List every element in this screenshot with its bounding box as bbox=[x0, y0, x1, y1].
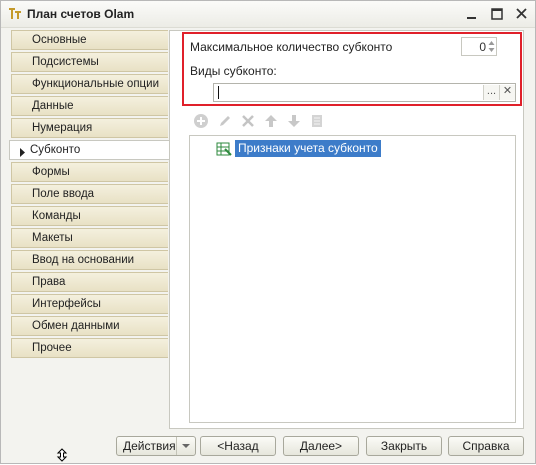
app-icon bbox=[7, 6, 23, 22]
actions-button[interactable]: Действия bbox=[116, 436, 196, 456]
tab-label: Данные bbox=[32, 100, 74, 112]
tab-label: Поле ввода bbox=[32, 188, 95, 200]
tab-label: Прочее bbox=[32, 342, 72, 354]
edit-icon[interactable] bbox=[216, 112, 234, 130]
tab-label: Основные bbox=[32, 34, 87, 46]
tab-templates[interactable]: Макеты bbox=[11, 228, 168, 248]
sort-list-icon[interactable] bbox=[308, 112, 326, 130]
max-subconto-stepper[interactable]: 0 bbox=[461, 37, 497, 56]
move-up-icon[interactable] bbox=[262, 112, 280, 130]
tab-input-based-on[interactable]: Ввод на основании bbox=[11, 250, 168, 270]
add-icon[interactable] bbox=[192, 112, 210, 130]
move-down-icon[interactable] bbox=[285, 112, 303, 130]
max-subconto-label: Максимальное количество субконто bbox=[190, 40, 393, 54]
close-button[interactable]: Закрыть bbox=[366, 436, 442, 456]
active-tab-arrow-icon bbox=[19, 146, 26, 160]
tab-label: Ввод на основании bbox=[32, 254, 135, 266]
tab-label: Формы bbox=[32, 166, 70, 178]
tab-other[interactable]: Прочее bbox=[11, 338, 168, 358]
tab-data-exchange[interactable]: Обмен данными bbox=[11, 316, 168, 336]
minimize-button[interactable] bbox=[463, 5, 481, 23]
stepper-arrows-icon[interactable] bbox=[487, 38, 496, 55]
subconto-types-field[interactable]: ... ✕ bbox=[213, 83, 516, 102]
attributes-table-icon bbox=[216, 141, 232, 157]
mouse-cursor-icon bbox=[55, 448, 69, 465]
tab-subconto[interactable]: Субконто bbox=[9, 140, 170, 160]
tab-label: Нумерация bbox=[32, 122, 93, 134]
tab-label: Команды bbox=[32, 210, 81, 222]
tree-item-label: Признаки учета субконто bbox=[235, 140, 381, 157]
select-button[interactable]: ... bbox=[483, 85, 499, 100]
window-title: План счетов Olam bbox=[27, 7, 135, 21]
next-button[interactable]: Далее> bbox=[283, 436, 359, 456]
tab-input-field[interactable]: Поле ввода bbox=[11, 184, 168, 204]
tab-forms[interactable]: Формы bbox=[11, 162, 168, 182]
clear-button[interactable]: ✕ bbox=[499, 85, 515, 100]
chevron-down-icon[interactable] bbox=[176, 437, 195, 455]
subconto-types-label: Виды субконто: bbox=[190, 64, 277, 78]
tab-data[interactable]: Данные bbox=[11, 96, 168, 116]
tab-label: Права bbox=[32, 276, 66, 288]
tab-list: Основные Подсистемы Функциональные опции… bbox=[9, 30, 170, 362]
tab-commands[interactable]: Команды bbox=[11, 206, 168, 226]
back-button[interactable]: <Назад bbox=[200, 436, 276, 456]
title-bar: План счетов Olam bbox=[1, 1, 535, 28]
tab-label: Субконто bbox=[30, 144, 81, 156]
subconto-attributes-tree: Признаки учета субконто bbox=[189, 135, 516, 423]
tab-functional-options[interactable]: Функциональные опции bbox=[11, 74, 168, 94]
tree-toolbar bbox=[192, 112, 332, 132]
tab-numbering[interactable]: Нумерация bbox=[11, 118, 168, 138]
tab-main[interactable]: Основные bbox=[11, 30, 168, 50]
tab-interfaces[interactable]: Интерфейсы bbox=[11, 294, 168, 314]
tab-subsystems[interactable]: Подсистемы bbox=[11, 52, 168, 72]
actions-label: Действия bbox=[123, 439, 176, 453]
tab-label: Функциональные опции bbox=[32, 78, 159, 90]
text-caret bbox=[218, 86, 219, 99]
close-icon[interactable] bbox=[513, 5, 531, 23]
delete-icon[interactable] bbox=[239, 112, 257, 130]
max-subconto-value: 0 bbox=[479, 40, 486, 54]
maximize-button[interactable] bbox=[488, 5, 506, 23]
tab-label: Обмен данными bbox=[32, 320, 120, 332]
tab-label: Макеты bbox=[32, 232, 73, 244]
tab-label: Подсистемы bbox=[32, 56, 99, 68]
tab-rights[interactable]: Права bbox=[11, 272, 168, 292]
help-button[interactable]: Справка bbox=[448, 436, 524, 456]
tab-label: Интерфейсы bbox=[32, 298, 101, 310]
